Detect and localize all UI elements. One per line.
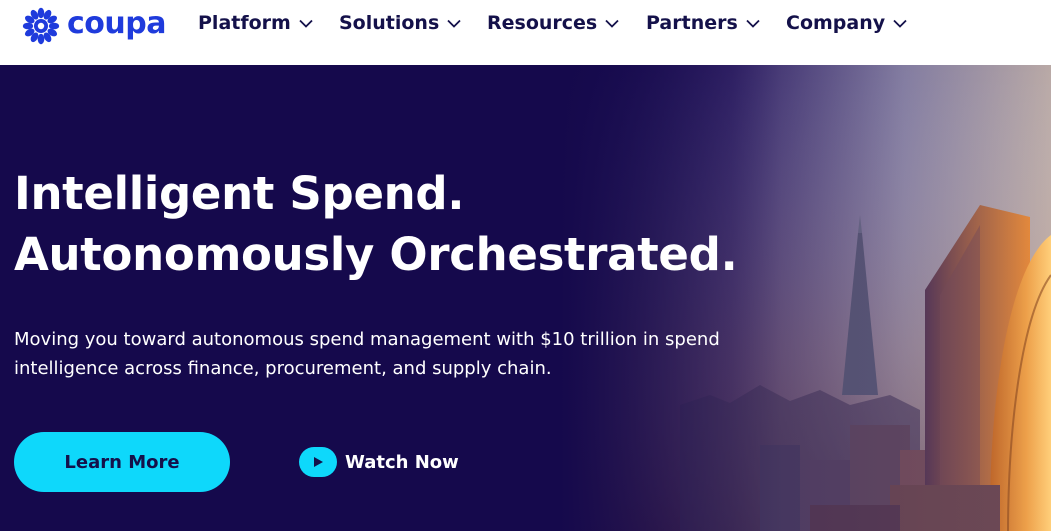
main-nav: Platform Solutions Resources Partners Co… [198, 12, 907, 34]
hero-subtext: Moving you toward autonomous spend manag… [14, 329, 720, 379]
nav-item-label: Solutions [339, 12, 440, 34]
chevron-down-icon [299, 19, 313, 28]
chevron-down-icon [893, 19, 907, 28]
watch-now-label: Watch Now [345, 451, 459, 473]
nav-item-label: Platform [198, 12, 291, 34]
coupa-starburst-icon [22, 7, 60, 45]
nav-item-resources[interactable]: Resources [487, 12, 646, 34]
watch-now-button[interactable]: Watch Now [299, 446, 459, 478]
chevron-down-icon [746, 19, 760, 28]
site-header: coupa Platform Solutions Resources Partn… [0, 0, 1051, 65]
learn-more-button[interactable]: Learn More [14, 432, 230, 492]
nav-item-label: Resources [487, 12, 598, 34]
brand-name: coupa [67, 6, 166, 41]
nav-item-solutions[interactable]: Solutions [339, 12, 487, 34]
hero-banner: Intelligent Spend. Autonomously Orchestr… [0, 65, 1051, 531]
chevron-down-icon [605, 19, 619, 28]
hero-headline-line-1: Intelligent Spend. [14, 167, 465, 220]
nav-item-company[interactable]: Company [786, 12, 907, 34]
hero-headline-line-2: Autonomously Orchestrated. [14, 228, 738, 281]
nav-item-partners[interactable]: Partners [646, 12, 786, 34]
city-skyline-image [560, 65, 1051, 531]
hero-headline: Intelligent Spend. Autonomously Orchestr… [14, 163, 738, 285]
play-icon [299, 447, 337, 477]
nav-item-label: Company [786, 12, 886, 34]
nav-item-label: Partners [646, 12, 738, 34]
chevron-down-icon [447, 19, 461, 28]
nav-item-platform[interactable]: Platform [198, 12, 339, 34]
coupa-logo[interactable]: coupa [18, 6, 166, 46]
